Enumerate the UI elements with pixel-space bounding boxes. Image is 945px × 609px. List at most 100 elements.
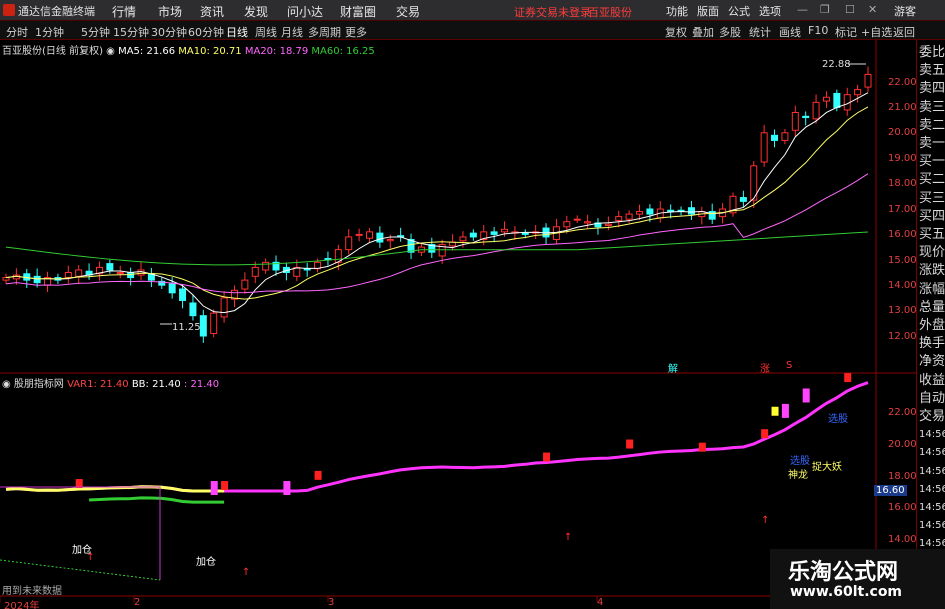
candle-body xyxy=(802,115,810,119)
quote-field-label: 涨跌 xyxy=(919,263,945,279)
menu-banmian[interactable]: 版面 xyxy=(697,3,719,19)
price-tick: 14.00 xyxy=(888,280,917,291)
quote-field-label: 14:56 xyxy=(919,520,945,532)
price-tick: 19.00 xyxy=(888,153,917,164)
candle-body xyxy=(262,261,270,271)
candle-body xyxy=(563,221,571,228)
btn-huaxian[interactable]: 画线 xyxy=(779,24,801,40)
quote-field-label: 外盘 xyxy=(919,318,945,333)
candle-body xyxy=(822,96,830,102)
candle-body xyxy=(781,132,789,141)
btn-fanhui[interactable]: 返回 xyxy=(893,24,915,40)
period-5min[interactable]: 5分钟 xyxy=(81,24,110,40)
ma10-label: MA10: 20.71 xyxy=(178,46,242,57)
indicator-green-segment xyxy=(89,496,225,504)
candle-body xyxy=(365,231,373,239)
menu-caifuquan[interactable]: 财富圈 xyxy=(340,3,376,20)
login-status[interactable]: 证券交易未登录 xyxy=(514,4,591,20)
up-arrow-icon: ↑ xyxy=(242,567,250,578)
quote-field-label: 卖五 xyxy=(919,63,945,79)
candle-body xyxy=(615,216,623,221)
btn-f10[interactable]: F10 xyxy=(808,24,828,37)
watermark-url: www.60lt.com xyxy=(790,584,903,600)
low-label: 11.25 xyxy=(172,322,201,333)
menu-xuanxiang[interactable]: 选项 xyxy=(759,3,781,19)
indicator-icon: ◉ xyxy=(2,379,14,390)
marker-s: S xyxy=(786,360,793,371)
chart-area[interactable]: ↑ ↑ ↑ ↑ 百亚股份(日线 前复权) ◉ MA5: 21.66 MA10: 20.… xyxy=(0,40,917,609)
btn-duogu[interactable]: 多股 xyxy=(719,24,741,40)
signal-zhuodayao: 捉大妖 xyxy=(812,462,842,473)
period-15min[interactable]: 15分钟 xyxy=(113,24,149,40)
kline-chart[interactable]: ↑↑↑↑ xyxy=(0,40,916,609)
period-1min[interactable]: 1分钟 xyxy=(35,24,64,40)
btn-tongji[interactable]: 统计 xyxy=(749,24,771,40)
menu-wenxiaoda[interactable]: 问小达 xyxy=(287,3,323,20)
quote-field-label: 卖二 xyxy=(919,117,945,133)
indicator-name: 股朋指标网 xyxy=(13,379,64,390)
menu-jiaoyi[interactable]: 交易 xyxy=(396,3,420,20)
quote-field-label: 买一 xyxy=(919,154,945,170)
user-guest[interactable]: 游客 xyxy=(894,3,916,19)
quote-field-label: 交易 xyxy=(919,409,945,424)
signal-jiacang-1: 加仓 xyxy=(72,545,92,556)
high-label: 22.88 xyxy=(822,59,851,70)
menu-zixun[interactable]: 资讯 xyxy=(200,3,224,20)
ma10-line xyxy=(5,106,869,300)
btn-diejia[interactable]: 叠加 xyxy=(692,24,714,40)
signal-jiacang-2: 加仓 xyxy=(196,557,216,568)
btn-biaoji[interactable]: 标记 xyxy=(835,24,857,40)
candle-body xyxy=(75,269,83,277)
period-more[interactable]: 更多 xyxy=(345,24,367,40)
candle-body xyxy=(376,232,384,243)
btn-fuquan[interactable]: 复权 xyxy=(665,24,687,40)
candle-body xyxy=(490,231,498,235)
quote-field-label: 买四 xyxy=(919,208,945,224)
candle-body xyxy=(2,277,10,281)
ind-tick: 16.00 xyxy=(888,502,917,513)
watermark: 乐淘公式网 www.60lt.com xyxy=(770,549,945,609)
maximize-icon[interactable]: ☐ xyxy=(845,3,855,16)
signal-block xyxy=(844,373,852,383)
price-tick: 21.00 xyxy=(888,102,917,113)
restore-icon[interactable]: ❐ xyxy=(820,3,830,16)
period-week[interactable]: 周线 xyxy=(255,24,277,40)
price-tick: 22.00 xyxy=(888,77,917,88)
ind-tick: 22.00 xyxy=(888,407,917,418)
quote-field-label: 净资 xyxy=(919,354,945,370)
ma60-label: MA60: 16.25 xyxy=(311,46,375,57)
price-tick: 20.00 xyxy=(888,127,917,138)
period-multi[interactable]: 多周期 xyxy=(308,24,341,40)
btn-zixuan[interactable]: +自选 xyxy=(861,24,892,40)
signal-xuangu-1: 选股 xyxy=(790,456,810,467)
signal-block-yellow xyxy=(771,406,779,416)
period-fenshi[interactable]: 分时 xyxy=(6,24,28,40)
period-toolbar: 分时 1分钟 5分钟 15分钟 30分钟 60分钟 日线 周线 月线 多周期 更… xyxy=(0,21,945,40)
menu-gongshi[interactable]: 公式 xyxy=(728,3,750,19)
candle-body xyxy=(771,134,779,141)
candle-body xyxy=(791,111,799,131)
menu-hangqing[interactable]: 行情 xyxy=(112,3,136,20)
ind-tick: 18.00 xyxy=(888,471,917,482)
period-day[interactable]: 日线 xyxy=(226,24,248,40)
candle-body xyxy=(760,132,768,163)
menu-shichang[interactable]: 市场 xyxy=(158,3,182,20)
ind-tick: 14.00 xyxy=(888,534,917,545)
candle-body xyxy=(355,233,363,236)
menu-faxian[interactable]: 发现 xyxy=(244,3,268,20)
minimize-icon[interactable]: — xyxy=(797,3,808,16)
candle-body xyxy=(459,236,467,242)
period-30min[interactable]: 30分钟 xyxy=(151,24,187,40)
quote-field-label: 14:56 xyxy=(919,447,945,459)
signal-block-magenta xyxy=(210,481,218,496)
stock-name: 百亚股份 xyxy=(588,6,632,19)
close-icon[interactable]: ✕ xyxy=(868,3,877,16)
bb-label: BB: 21.40 xyxy=(131,379,181,390)
candle-body xyxy=(33,275,41,284)
period-60min[interactable]: 60分钟 xyxy=(188,24,224,40)
candle-body xyxy=(116,272,124,274)
quote-field-label: 卖四 xyxy=(919,81,945,97)
menu-gongneng[interactable]: 功能 xyxy=(666,3,688,19)
period-month[interactable]: 月线 xyxy=(281,24,303,40)
quote-field-label: 14:56 xyxy=(919,502,945,513)
